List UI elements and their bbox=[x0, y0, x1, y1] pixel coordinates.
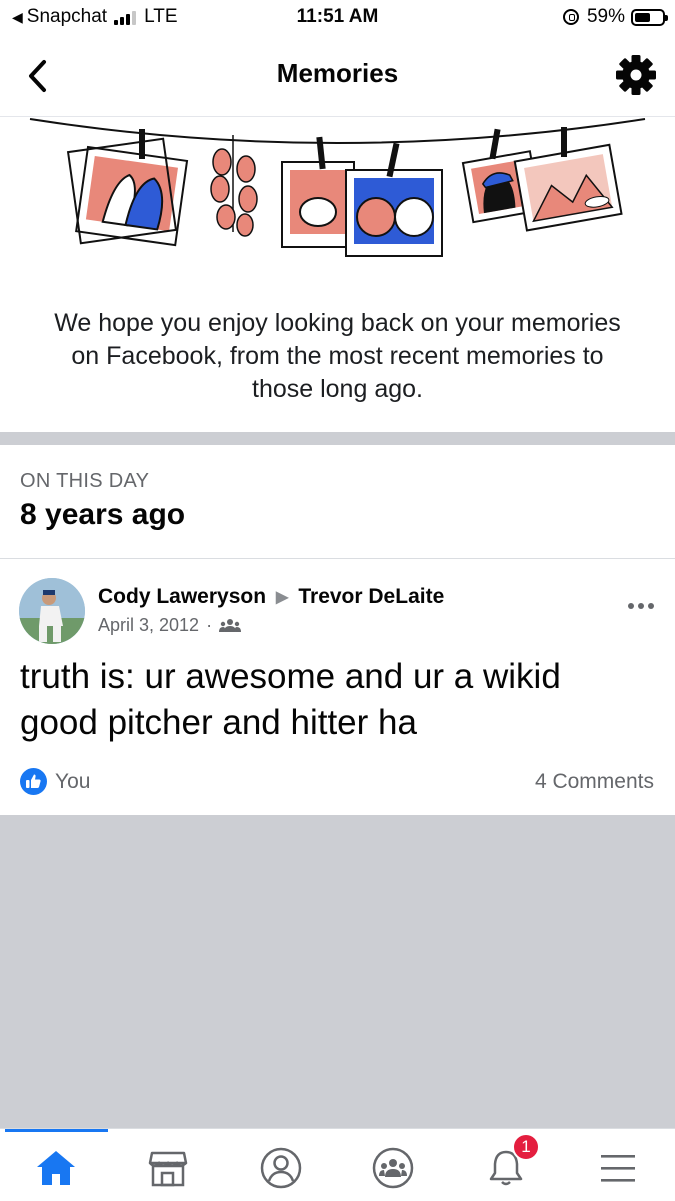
marketplace-icon bbox=[148, 1151, 188, 1187]
header-divider bbox=[0, 558, 675, 559]
tab-notifications[interactable]: 1 bbox=[450, 1133, 562, 1197]
profile-icon bbox=[260, 1147, 302, 1189]
notification-badge: 1 bbox=[512, 1133, 540, 1161]
post-body: truth is: ur awesome and ur a wikid good… bbox=[20, 657, 561, 742]
gear-icon bbox=[616, 55, 656, 95]
menu-icon bbox=[601, 1155, 635, 1182]
reaction-label: You bbox=[55, 769, 91, 793]
tab-home[interactable] bbox=[0, 1139, 112, 1197]
triangle-right-icon: ▶ bbox=[276, 589, 289, 606]
home-icon bbox=[37, 1151, 75, 1185]
memories-hero: We hope you enjoy looking back on your m… bbox=[0, 117, 675, 432]
meta-separator: · bbox=[206, 615, 213, 635]
post-author[interactable]: Cody Laweryson bbox=[98, 585, 266, 609]
comments-count[interactable]: 4 Comments bbox=[535, 770, 654, 794]
groups-icon bbox=[372, 1147, 414, 1189]
status-right: 59% bbox=[562, 6, 668, 28]
friends-icon bbox=[219, 618, 242, 632]
like-icon bbox=[20, 768, 47, 795]
post-meta: April 3, 2012 · bbox=[98, 615, 242, 636]
memories-intro-text: We hope you enjoy looking back on your m… bbox=[54, 309, 621, 403]
status-bar: ◀ Snapchat LTE 11:51 AM 59% bbox=[0, 0, 675, 36]
tab-groups[interactable] bbox=[337, 1139, 449, 1197]
post-author-line: Cody Laweryson ▶ Trevor DeLaite bbox=[98, 585, 444, 609]
tab-profile[interactable] bbox=[225, 1139, 337, 1197]
reactions-summary[interactable]: You bbox=[20, 768, 90, 795]
tab-marketplace[interactable] bbox=[112, 1139, 224, 1197]
navigation-header: Memories bbox=[0, 36, 675, 117]
battery-percent: 59% bbox=[586, 6, 625, 27]
feed-background bbox=[0, 815, 675, 1128]
post-date[interactable]: April 3, 2012 bbox=[98, 615, 199, 636]
more-options-button[interactable] bbox=[627, 596, 655, 610]
post-recipient[interactable]: Trevor DeLaite bbox=[298, 585, 444, 609]
section-divider bbox=[0, 432, 675, 445]
orientation-lock-icon bbox=[562, 9, 579, 25]
avatar[interactable] bbox=[19, 578, 85, 644]
tab-menu[interactable] bbox=[562, 1139, 674, 1197]
avatar-photo bbox=[19, 578, 85, 644]
battery-icon bbox=[631, 8, 668, 26]
bottom-tab-bar: 1 bbox=[0, 1128, 675, 1201]
more-horizontal-icon bbox=[628, 603, 654, 609]
settings-button[interactable] bbox=[615, 54, 657, 96]
on-this-day-label: ON THIS DAY bbox=[20, 470, 150, 492]
years-ago-heading: 8 years ago bbox=[20, 498, 186, 531]
page-title: Memories bbox=[276, 58, 399, 88]
active-tab-indicator bbox=[5, 1129, 108, 1132]
memories-illustration bbox=[29, 118, 646, 257]
